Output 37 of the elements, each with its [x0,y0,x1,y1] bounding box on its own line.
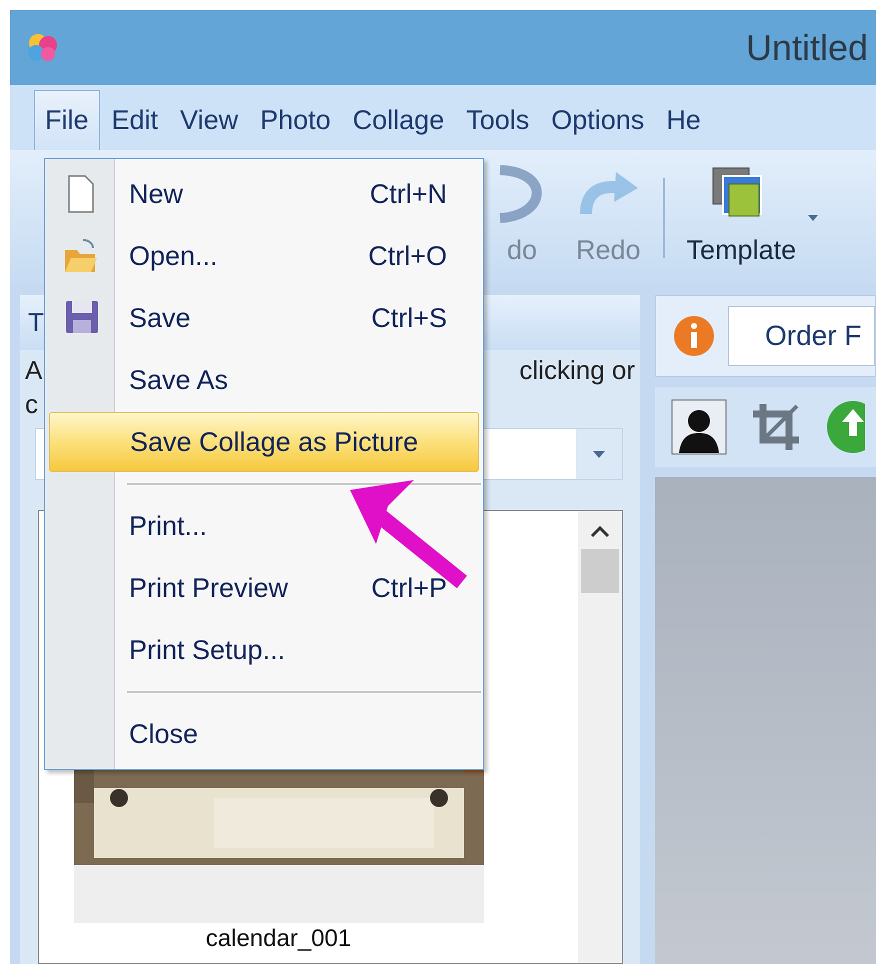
description-text: clicking or [519,354,635,387]
menu-option[interactable]: Open... Ctrl+O [49,225,479,287]
description-text: A [25,354,42,387]
menu-option[interactable]: Save As [49,349,479,411]
menu-item[interactable]: Tools [456,90,540,150]
panel-title: T [28,306,44,339]
window-title: Untitled [746,26,868,70]
person-icon[interactable] [671,399,727,455]
shortcut-text: Ctrl+O [368,240,448,273]
menu-option[interactable]: Print Setup... [49,619,479,681]
menu-option[interactable]: Print... [49,495,479,557]
menu-item[interactable]: Edit [102,90,168,150]
shortcut-text: Ctrl+N [370,178,448,211]
scrollbar[interactable] [578,511,622,963]
caret-icon[interactable] [808,214,818,220]
order-field[interactable]: Order F [728,306,875,366]
shortcut-text: Ctrl+S [371,302,448,335]
menu-item[interactable]: Photo [250,90,341,150]
menu-item[interactable]: File [34,90,100,150]
upload-icon[interactable] [825,399,865,455]
menu-item[interactable]: Collage [342,90,454,150]
caret-icon [593,450,605,458]
description-text: c [25,388,38,421]
menu-option[interactable]: Save Ctrl+S [49,287,479,349]
menu-option[interactable]: Save Collage as Picture [49,412,479,472]
info-icon[interactable] [672,314,716,358]
menu-item[interactable]: View [170,90,248,150]
menu-option[interactable]: New Ctrl+N [49,163,479,225]
scroll-thumb[interactable] [581,549,619,593]
shortcut-text: Ctrl+P [371,572,448,605]
menu-option[interactable]: Close [49,703,479,765]
menu-item[interactable]: He [656,90,711,150]
thumbnail-caption: calendar_001 [206,927,352,951]
scroll-up-icon[interactable] [590,525,610,537]
menu-item[interactable]: Options [541,90,654,150]
template-button[interactable]: Template [686,164,796,271]
menu-option[interactable]: Print Preview Ctrl+P [49,557,479,619]
